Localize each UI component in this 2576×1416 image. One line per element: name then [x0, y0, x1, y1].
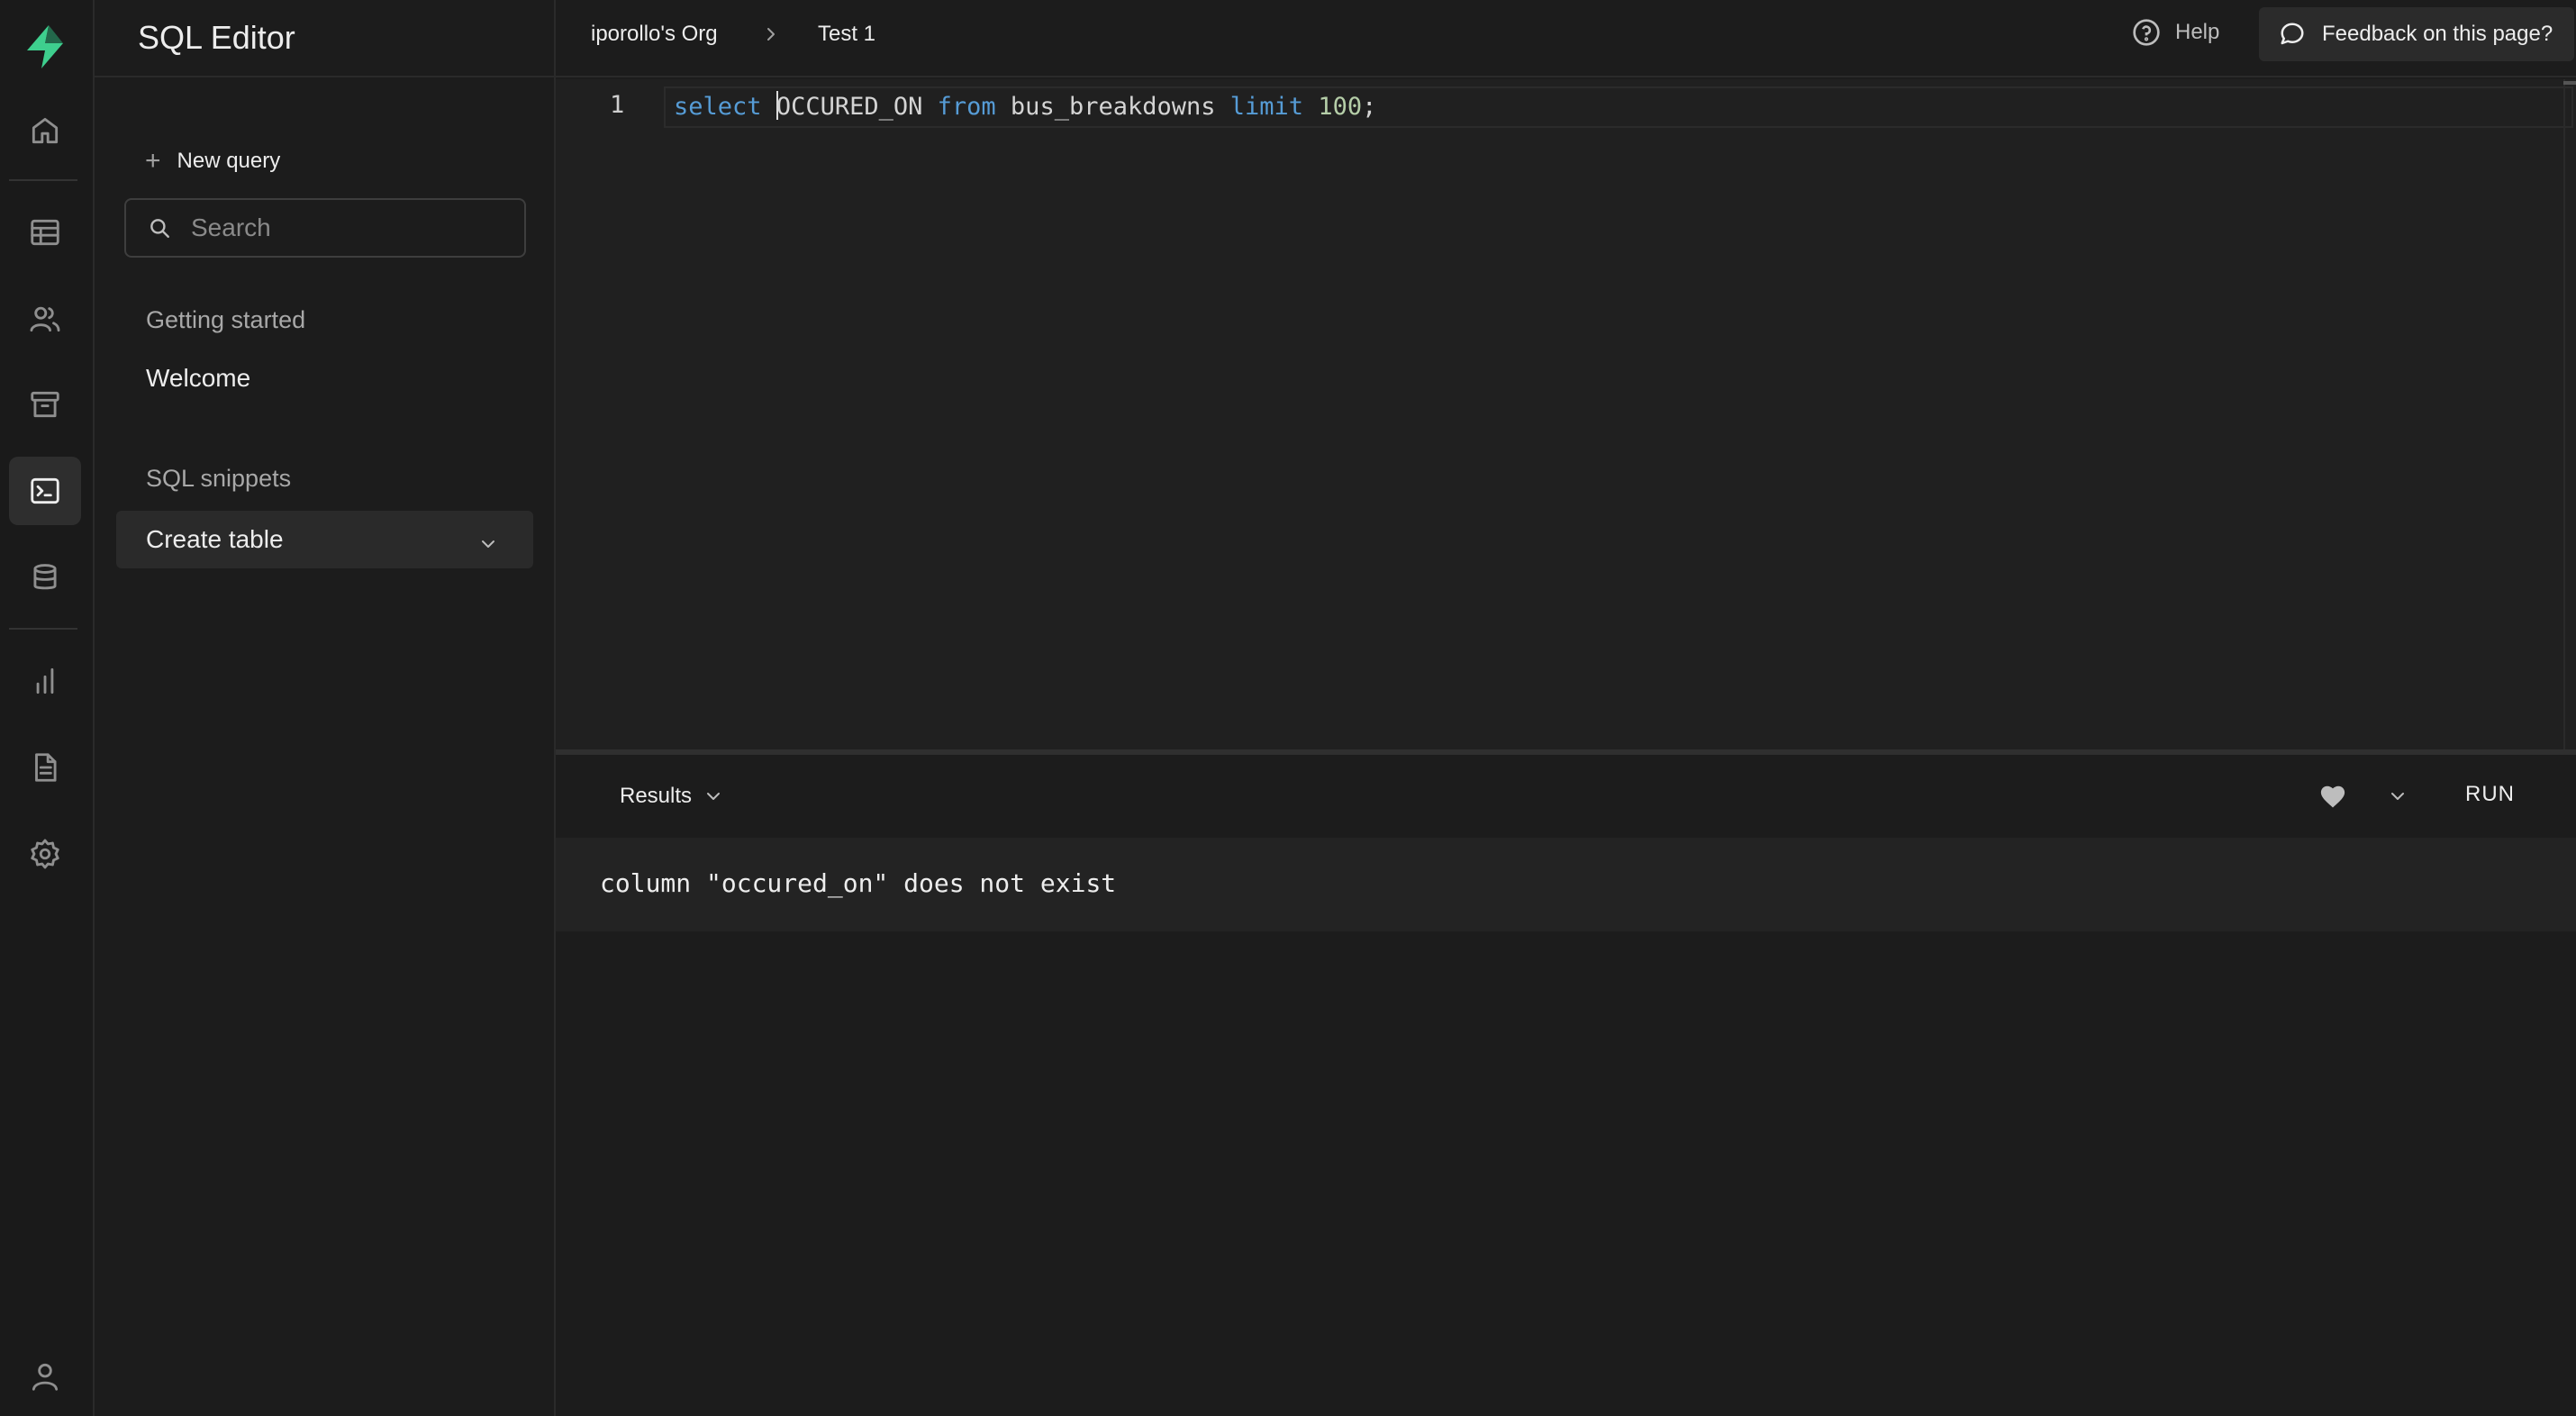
- results-dropdown[interactable]: Results: [620, 784, 722, 809]
- code-editor[interactable]: 1 select OCCURED_ON from bus_breakdowns …: [556, 79, 2576, 749]
- error-message: column "occured_on" does not exist: [600, 868, 1117, 898]
- search-box: [124, 198, 526, 258]
- rail-divider: [9, 628, 77, 630]
- welcome-item[interactable]: Welcome: [146, 364, 250, 393]
- breadcrumb-org[interactable]: iporollo's Org: [591, 22, 718, 47]
- code-token: limit: [1229, 93, 1304, 121]
- breadcrumb-project[interactable]: Test 1: [818, 22, 875, 47]
- help-button[interactable]: Help: [2132, 18, 2219, 47]
- rail-divider: [9, 179, 77, 181]
- search-icon: [150, 219, 169, 238]
- code-token: OCCURED_ON: [776, 93, 923, 121]
- sql-code-line[interactable]: select OCCURED_ON from bus_breakdowns li…: [674, 91, 1376, 121]
- sql-editor-sidebar: SQL Editor + New query Getting started W…: [95, 0, 556, 1416]
- chevron-down-icon[interactable]: [2389, 787, 2407, 805]
- code-token: from: [937, 93, 996, 121]
- feedback-button[interactable]: Feedback on this page?: [2259, 7, 2574, 61]
- sql-snippets-heading: SQL snippets: [146, 465, 292, 492]
- chevron-down-icon[interactable]: [479, 531, 497, 549]
- results-toolbar: Results RUN: [556, 755, 2576, 838]
- icon-rail: [0, 0, 95, 1416]
- new-query-label: New query: [177, 149, 281, 173]
- feedback-label: Feedback on this page?: [2322, 22, 2553, 46]
- results-label: Results: [620, 784, 693, 808]
- getting-started-heading: Getting started: [146, 306, 306, 333]
- lightning-logo-icon[interactable]: [22, 23, 68, 70]
- chat-bubble-icon: [2281, 23, 2304, 45]
- editor-scrollbar[interactable]: [2563, 79, 2576, 749]
- snippet-create-table[interactable]: Create table: [116, 511, 533, 568]
- home-icon[interactable]: [9, 96, 81, 165]
- chevron-right-icon: [762, 23, 780, 45]
- new-query-button[interactable]: + New query: [145, 148, 280, 175]
- scrollbar-marker: [2563, 81, 2576, 85]
- code-token: ;: [1362, 93, 1377, 121]
- reports-icon[interactable]: [9, 647, 81, 715]
- code-token: select: [674, 93, 762, 121]
- chevron-down-icon: [707, 793, 721, 800]
- search-input[interactable]: [191, 213, 515, 242]
- run-button[interactable]: RUN: [2465, 782, 2515, 807]
- users-icon[interactable]: [9, 285, 81, 353]
- sql-editor-icon[interactable]: [9, 457, 81, 525]
- table-editor-icon[interactable]: [9, 198, 81, 267]
- line-number: 1: [610, 91, 625, 119]
- error-message-row: column "occured_on" does not exist: [556, 838, 2576, 931]
- snippet-label: Create table: [146, 525, 284, 553]
- sidebar-title: SQL Editor: [95, 0, 554, 77]
- help-circle-icon: [2133, 19, 2160, 46]
- plus-icon: +: [145, 146, 161, 176]
- account-icon[interactable]: [9, 1342, 81, 1411]
- help-label: Help: [2175, 20, 2220, 44]
- code-token: 100: [1318, 93, 1363, 121]
- database-icon[interactable]: [9, 543, 81, 612]
- docs-icon[interactable]: [9, 733, 81, 802]
- heart-icon[interactable]: [2319, 784, 2346, 809]
- settings-icon[interactable]: [9, 820, 81, 888]
- code-token: bus_breakdowns: [995, 93, 1230, 121]
- storage-icon[interactable]: [9, 370, 81, 439]
- top-bar: iporollo's Org Test 1 Help Feedback on t…: [556, 0, 2576, 77]
- results-panel: [556, 931, 2576, 1416]
